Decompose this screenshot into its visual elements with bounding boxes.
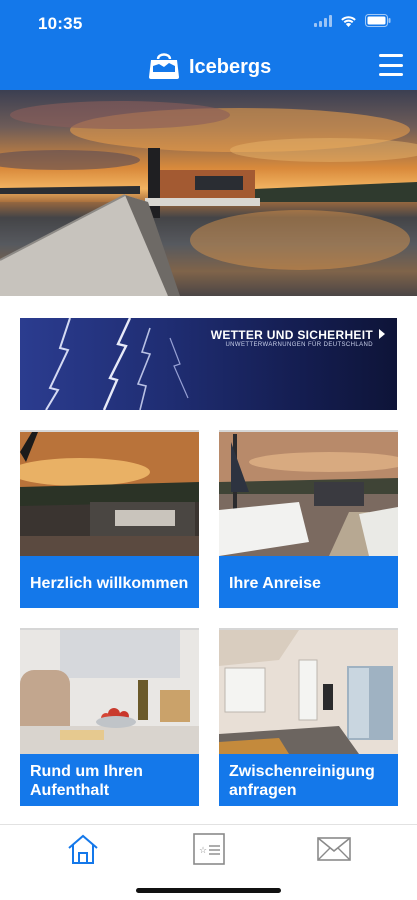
bag-logo-icon <box>147 50 181 85</box>
nav-home[interactable] <box>63 833 103 869</box>
home-icon <box>66 832 100 871</box>
chevron-right-icon <box>379 328 385 342</box>
app-title: Icebergs <box>189 56 272 78</box>
tile-label: Rund um Ihren Aufenthalt <box>20 754 199 806</box>
battery-icon <box>365 14 391 32</box>
brand[interactable]: Icebergs <box>147 50 271 85</box>
status-icons <box>314 14 391 32</box>
hamburger-menu-icon[interactable] <box>379 54 403 76</box>
tile-image-cleaning <box>219 630 398 754</box>
tile-rund-um-ihren-aufenthalt[interactable]: Rund um Ihren Aufenthalt <box>20 628 199 806</box>
weather-title-text: WETTER UND SICHERHEIT <box>210 328 373 342</box>
weather-safety-banner[interactable]: WETTER UND SICHERHEIT UNWETTERWARNUNGEN … <box>20 318 397 410</box>
tile-label: Ihre Anreise <box>219 556 398 608</box>
home-indicator <box>136 888 281 893</box>
tile-ihre-anreise[interactable]: Ihre Anreise <box>219 430 398 608</box>
weather-title: WETTER UND SICHERHEIT <box>211 328 385 342</box>
nav-mail[interactable] <box>314 833 354 869</box>
contact-card-icon: ☆ <box>192 832 226 871</box>
wifi-icon <box>340 14 357 32</box>
tile-label: Herzlich willkommen <box>20 556 199 608</box>
tile-image-arrival <box>219 432 398 556</box>
tile-image-stay <box>20 630 199 754</box>
weather-subtitle: UNWETTERWARNUNGEN FÜR DEUTSCHLAND <box>225 342 373 348</box>
svg-text:☆: ☆ <box>199 846 207 856</box>
mail-icon <box>317 836 351 867</box>
header: 10:35 Icebergs <box>0 0 417 90</box>
status-time: 10:35 <box>38 14 83 33</box>
status-bar: 10:35 <box>0 0 417 44</box>
nav-contact[interactable]: ☆ <box>189 832 229 871</box>
signal-icon <box>314 14 332 32</box>
tile-herzlich-willkommen[interactable]: Herzlich willkommen <box>20 430 199 608</box>
tile-zwischenreinigung-anfragen[interactable]: Zwischenreinigung anfragen <box>219 628 398 806</box>
tile-label: Zwischenreinigung anfragen <box>219 754 398 806</box>
app-bar: Icebergs <box>0 44 417 90</box>
hero-image <box>0 90 417 296</box>
tile-image-welcome <box>20 432 199 556</box>
